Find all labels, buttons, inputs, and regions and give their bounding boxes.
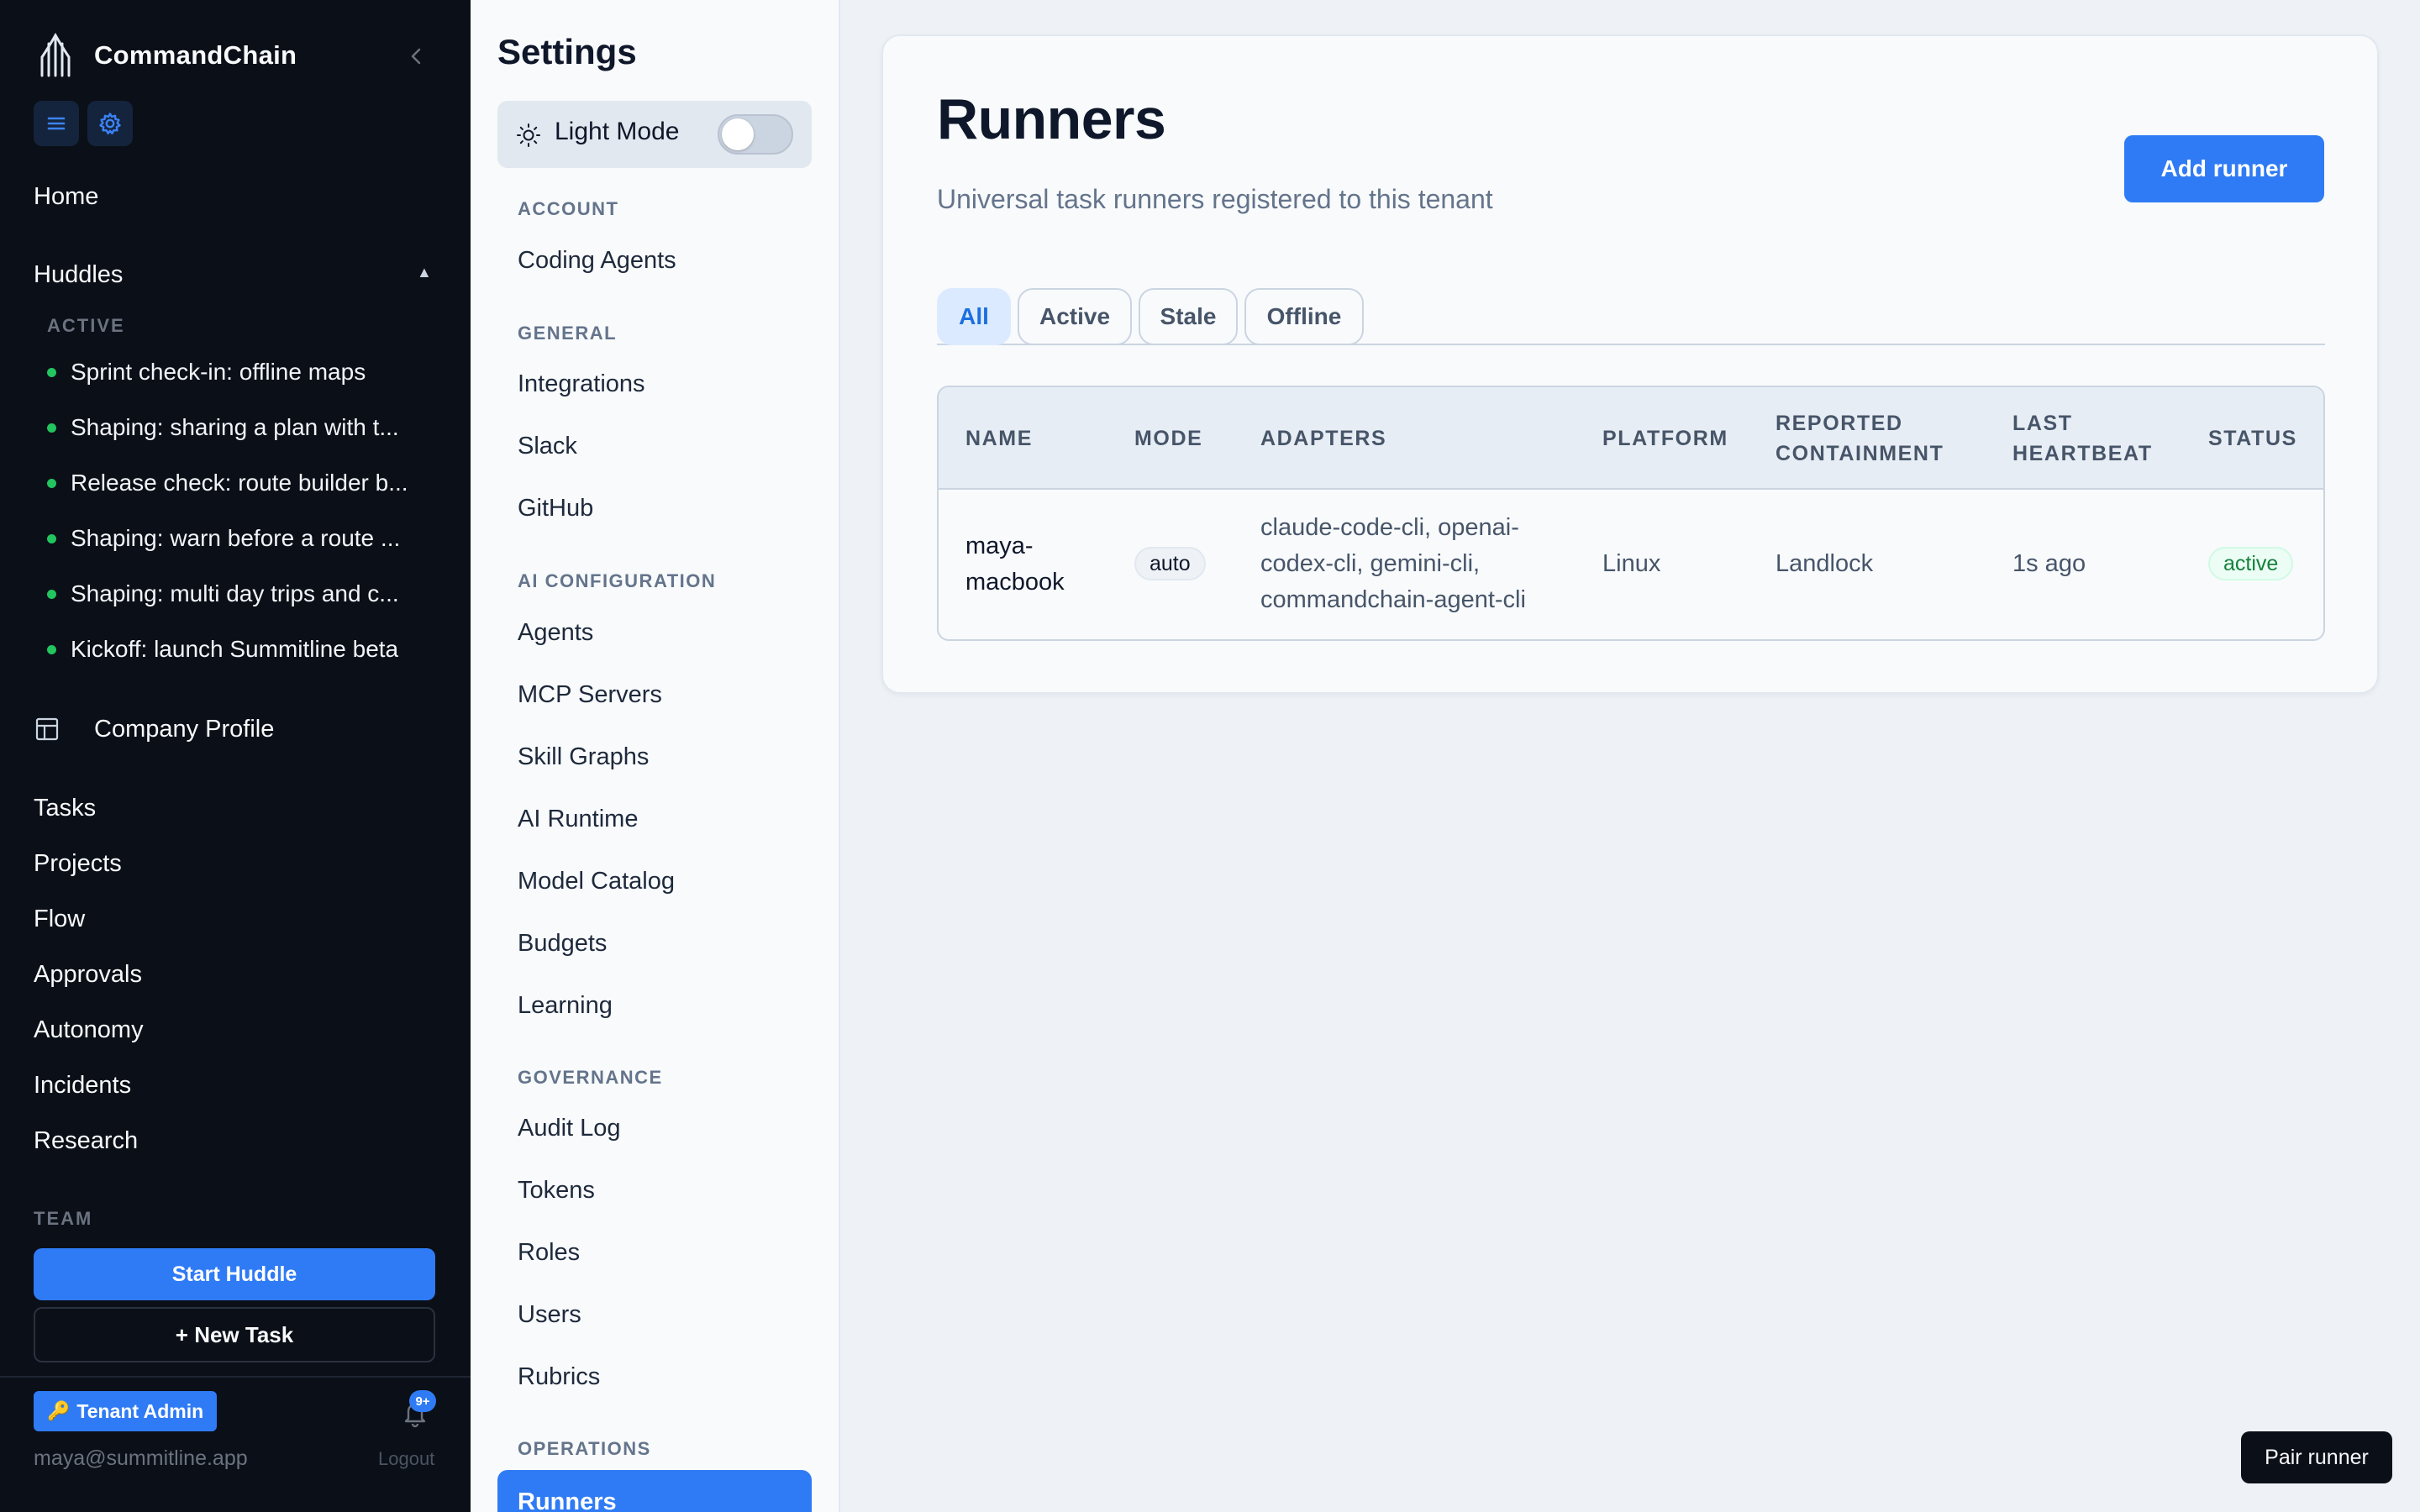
new-task-button[interactable]: + New Task — [34, 1307, 435, 1362]
nav-projects[interactable]: Projects — [34, 847, 122, 880]
settings-item-slack[interactable]: Slack — [518, 433, 577, 460]
nav-huddles[interactable]: Huddles — [34, 258, 123, 291]
status-badge: active — [2208, 547, 2294, 580]
settings-item-learning[interactable]: Learning — [518, 992, 613, 1020]
settings-item-rubrics[interactable]: Rubrics — [518, 1363, 600, 1391]
huddle-item[interactable]: Shaping: multi day trips and c... — [47, 577, 434, 611]
layout-icon — [35, 717, 59, 741]
tab-active[interactable]: Active — [1018, 288, 1132, 345]
status-dot — [47, 533, 56, 543]
tenant-badge-label: Tenant Admin — [76, 1399, 204, 1422]
nav-flow[interactable]: Flow — [34, 902, 85, 936]
section-governance: GOVERNANCE — [518, 1067, 663, 1088]
settings-item-mcp-servers[interactable]: MCP Servers — [518, 681, 662, 709]
commandchain-logo-icon — [40, 32, 71, 77]
nav-tasks[interactable]: Tasks — [34, 791, 96, 825]
status-dot — [47, 589, 56, 599]
runners-table: NAME MODE ADAPTERS PLATFORM REPORTED CON… — [937, 386, 2325, 641]
settings-item-skill-graphs[interactable]: Skill Graphs — [518, 743, 649, 771]
settings-item-model-catalog[interactable]: Model Catalog — [518, 868, 675, 895]
caret-up-icon[interactable]: ▲ — [417, 264, 432, 281]
settings-item-coding-agents[interactable]: Coding Agents — [518, 247, 676, 275]
section-account: ACCOUNT — [518, 198, 619, 219]
settings-item-audit-log[interactable]: Audit Log — [518, 1115, 621, 1142]
settings-title: Settings — [497, 32, 637, 71]
tab-offline[interactable]: Offline — [1244, 288, 1364, 345]
table-header: NAME MODE ADAPTERS PLATFORM REPORTED CON… — [939, 387, 2323, 490]
hamburger-icon[interactable] — [34, 101, 79, 146]
huddle-item[interactable]: Release check: route builder b... — [47, 466, 434, 500]
settings-item-agents[interactable]: Agents — [518, 619, 593, 647]
light-mode-toggle[interactable] — [718, 114, 793, 155]
nav-approvals[interactable]: Approvals — [34, 958, 142, 991]
nav-home[interactable]: Home — [34, 180, 98, 213]
settings-item-roles[interactable]: Roles — [518, 1239, 580, 1267]
mode-badge: auto — [1134, 547, 1206, 580]
settings-item-users[interactable]: Users — [518, 1301, 581, 1329]
status-dot — [47, 478, 56, 488]
page-title: Runners — [937, 87, 1166, 151]
key-icon: 🔑 — [47, 1400, 71, 1421]
runner-containment: Landlock — [1776, 550, 1874, 577]
start-huddle-button[interactable]: Start Huddle — [34, 1248, 435, 1300]
settings-item-github[interactable]: GitHub — [518, 495, 593, 522]
brand[interactable]: CommandChain — [34, 32, 297, 79]
status-dot — [47, 367, 56, 377]
th-platform: PLATFORM — [1602, 427, 1728, 450]
gear-icon[interactable] — [87, 101, 133, 146]
nav-incidents[interactable]: Incidents — [34, 1068, 131, 1102]
settings-item-integrations[interactable]: Integrations — [518, 370, 645, 398]
th-name: NAME — [965, 427, 1034, 450]
company-profile-label: Company Profile — [94, 715, 275, 743]
settings-item-ai-runtime[interactable]: AI Runtime — [518, 806, 638, 833]
main-sidebar: CommandChain Home Huddles ▲ ACTIVE Sprin… — [0, 0, 471, 1512]
runner-adapters: claude-code-cli, openai- codex-cli, gemi… — [1260, 514, 1526, 613]
settings-sidebar: Settings Light Mode ACCOUNT Coding Agent… — [471, 0, 840, 1512]
nav-research[interactable]: Research — [34, 1124, 138, 1158]
th-mode: MODE — [1134, 427, 1203, 450]
settings-item-budgets[interactable]: Budgets — [518, 930, 607, 958]
filter-tabs: All Active Stale Offline — [937, 288, 2325, 345]
runner-platform: Linux — [1602, 550, 1661, 577]
user-email: maya@summitline.app — [34, 1446, 248, 1470]
section-ai-configuration: AI CONFIGURATION — [518, 570, 717, 591]
nav-autonomy[interactable]: Autonomy — [34, 1013, 144, 1047]
th-status: STATUS — [2208, 427, 2297, 450]
pair-runner-button[interactable]: Pair runner — [2241, 1431, 2392, 1483]
app-name: CommandChain — [94, 40, 297, 70]
settings-item-tokens[interactable]: Tokens — [518, 1177, 595, 1205]
huddle-item[interactable]: Kickoff: launch Summitline beta — [47, 633, 434, 666]
team-label: TEAM — [34, 1208, 93, 1229]
light-mode-row[interactable]: Light Mode — [497, 101, 812, 168]
settings-item-runners[interactable]: Runners — [497, 1470, 812, 1512]
th-heartbeat: LAST HEARTBEAT — [2012, 412, 2153, 465]
sun-icon — [517, 123, 540, 147]
huddle-item[interactable]: Shaping: sharing a plan with t... — [47, 411, 434, 444]
tenant-admin-badge[interactable]: 🔑 Tenant Admin — [34, 1391, 218, 1431]
runner-name[interactable]: maya- macbook — [965, 528, 1065, 601]
section-general: GENERAL — [518, 323, 618, 344]
runner-heartbeat: 1s ago — [2012, 550, 2086, 577]
th-adapters: ADAPTERS — [1260, 427, 1387, 450]
nav-company-profile[interactable]: Company Profile — [34, 711, 274, 748]
divider — [0, 1376, 471, 1378]
huddle-item[interactable]: Shaping: warn before a route ... — [47, 522, 434, 555]
notification-count-badge: 9+ — [409, 1390, 436, 1412]
page-subtitle: Universal task runners registered to thi… — [937, 184, 1493, 214]
add-runner-button[interactable]: Add runner — [2124, 135, 2324, 202]
tab-all[interactable]: All — [937, 288, 1011, 345]
huddles-active-label: ACTIVE — [47, 315, 125, 336]
status-dot — [47, 644, 56, 654]
logout-link[interactable]: Logout — [378, 1448, 434, 1470]
section-operations: OPERATIONS — [518, 1438, 651, 1459]
th-containment: REPORTED CONTAINMENT — [1776, 412, 1944, 465]
status-dot — [47, 423, 56, 433]
chevron-left-icon[interactable] — [402, 40, 430, 72]
light-mode-label: Light Mode — [555, 118, 680, 145]
toggle-knob — [722, 118, 754, 150]
huddle-item[interactable]: Sprint check-in: offline maps — [47, 355, 434, 389]
runners-card: Runners Universal task runners registere… — [881, 34, 2379, 694]
tab-stale[interactable]: Stale — [1139, 288, 1238, 345]
